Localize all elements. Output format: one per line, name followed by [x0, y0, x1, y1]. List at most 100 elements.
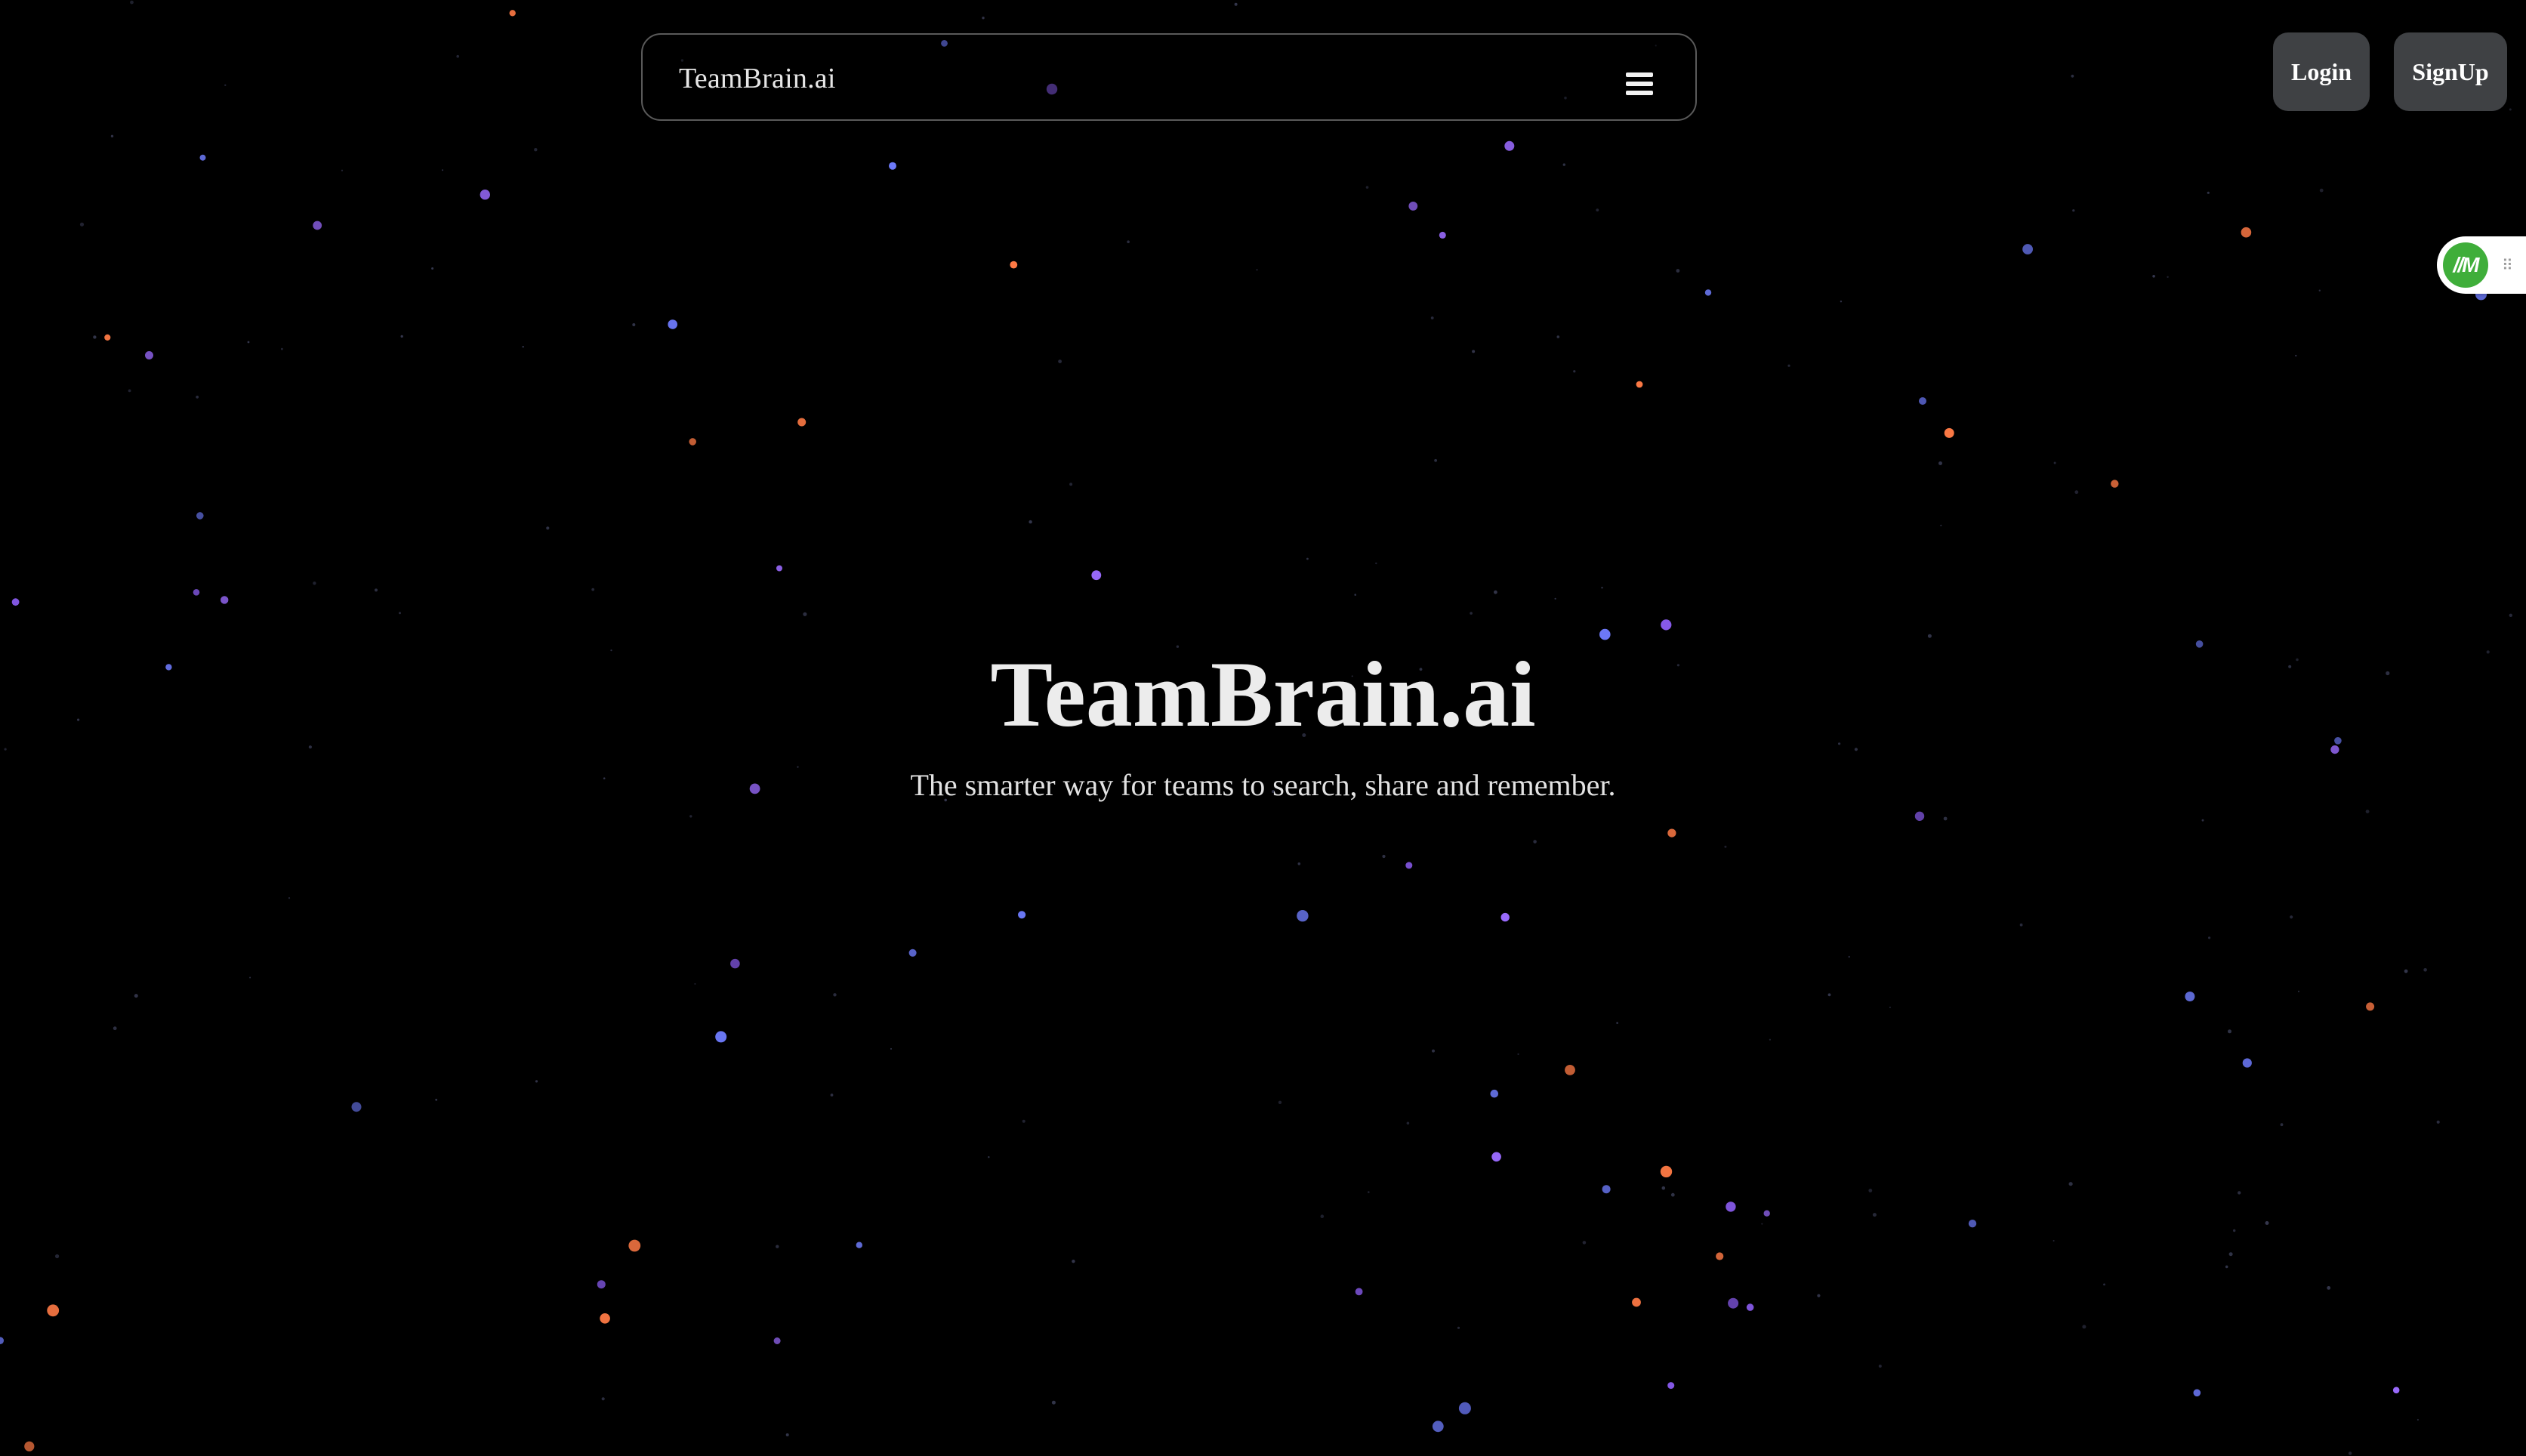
star-dot: [1724, 845, 1727, 848]
star-dot: [1602, 1185, 1611, 1194]
star-dot: [632, 323, 636, 326]
star-dot: [2022, 244, 2034, 254]
star-dot: [1072, 1260, 1075, 1263]
star-dot: [2053, 1240, 2055, 1242]
star-dot: [1490, 1089, 1499, 1098]
star-dot: [1817, 1294, 1821, 1297]
star-dot: [689, 815, 692, 818]
star-dot: [313, 221, 322, 230]
star-dot: [11, 598, 20, 606]
star-dot: [113, 1026, 117, 1031]
star-dot: [1406, 1121, 1410, 1125]
star-dot: [1517, 1053, 1519, 1055]
star-dot: [128, 389, 131, 393]
star-dot: [1297, 862, 1301, 865]
star-dot: [1432, 1049, 1435, 1053]
star-dot: [628, 1239, 641, 1252]
star-dot: [1470, 612, 1473, 615]
star-dot: [2103, 1283, 2105, 1286]
top-navbar: TeamBrain.ai: [641, 33, 1697, 121]
star-dot: [2201, 819, 2204, 822]
star-dot: [2193, 1389, 2201, 1397]
star-dot: [55, 1254, 60, 1259]
star-dot: [288, 897, 291, 899]
star-dot: [2290, 915, 2293, 919]
star-dot: [79, 222, 85, 227]
star-dot: [535, 1080, 538, 1083]
star-dot: [1827, 993, 1831, 997]
signup-button[interactable]: SignUp: [2394, 32, 2507, 111]
star-dot: [1601, 587, 1603, 589]
star-dot: [1457, 1326, 1460, 1329]
star-dot: [2509, 613, 2512, 617]
star-dot: [1368, 1191, 1370, 1193]
star-dot: [1763, 1210, 1770, 1217]
star-dot: [1504, 140, 1515, 151]
star-dot: [546, 526, 550, 530]
star-dot: [1127, 240, 1130, 244]
star-dot: [2392, 1387, 2400, 1394]
star-dot: [2318, 289, 2321, 292]
star-dot: [1091, 570, 1102, 581]
star-dot: [2228, 1252, 2233, 1257]
hamburger-menu-icon[interactable]: [1626, 72, 1653, 95]
star-dot: [1943, 816, 1948, 821]
star-dot: [400, 335, 403, 338]
star-dot: [134, 994, 138, 998]
star-dot: [2228, 1029, 2231, 1034]
star-dot: [1616, 1022, 1618, 1024]
star-dot: [1069, 483, 1073, 486]
star-dot: [1938, 461, 1942, 465]
star-dot: [776, 1245, 779, 1248]
star-dot: [1278, 1100, 1282, 1105]
star-dot: [1472, 350, 1476, 353]
star-dot: [2423, 968, 2427, 972]
star-dot: [776, 565, 782, 572]
star-dot: [1365, 186, 1369, 189]
star-dot: [224, 84, 227, 87]
star-dot: [1746, 1303, 1754, 1311]
star-dot: [1661, 619, 1672, 631]
star-dot: [1660, 1165, 1673, 1178]
nav-brand-link[interactable]: TeamBrain.ai: [679, 62, 836, 95]
star-dot: [522, 346, 524, 348]
star-dot: [1234, 2, 1238, 6]
star-dot: [313, 581, 316, 585]
star-dot: [1354, 594, 1356, 596]
star-dot: [249, 976, 251, 979]
star-dot: [247, 341, 250, 344]
star-dot: [773, 1337, 781, 1344]
extension-widget[interactable]: //M ⠿: [2437, 236, 2526, 294]
star-dot: [1716, 1252, 1724, 1260]
star-dot: [1726, 1202, 1736, 1212]
star-dot: [715, 1031, 727, 1043]
star-dot: [2074, 490, 2079, 495]
star-dot: [375, 588, 378, 592]
star-dot: [1382, 854, 1386, 859]
star-dot: [797, 418, 807, 427]
star-dot: [1889, 1007, 1891, 1008]
star-dot: [601, 1397, 605, 1401]
star-dot: [1434, 458, 1437, 462]
hero-title: TeamBrain.ai: [990, 643, 1536, 746]
login-button[interactable]: Login: [2273, 32, 2370, 111]
star-dot: [982, 17, 985, 20]
star-dot: [221, 596, 229, 604]
star-dot: [803, 612, 807, 616]
star-dot: [1632, 1297, 1641, 1307]
star-dot: [1375, 562, 1377, 565]
extension-logo-icon[interactable]: //M: [2443, 242, 2488, 288]
star-dot: [1458, 1402, 1471, 1414]
star-dot: [2436, 1120, 2440, 1124]
star-dot: [1439, 231, 1446, 239]
star-dot: [600, 1313, 610, 1324]
star-dot: [1297, 910, 1309, 922]
star-dot: [442, 169, 443, 171]
star-dot: [1787, 364, 1790, 367]
star-dot: [1355, 1288, 1363, 1296]
star-dot: [2053, 461, 2056, 464]
star-dot: [1840, 301, 1843, 303]
star-dot: [1408, 202, 1418, 211]
star-dot: [889, 162, 896, 170]
drag-grip-icon[interactable]: ⠿: [2502, 256, 2514, 274]
